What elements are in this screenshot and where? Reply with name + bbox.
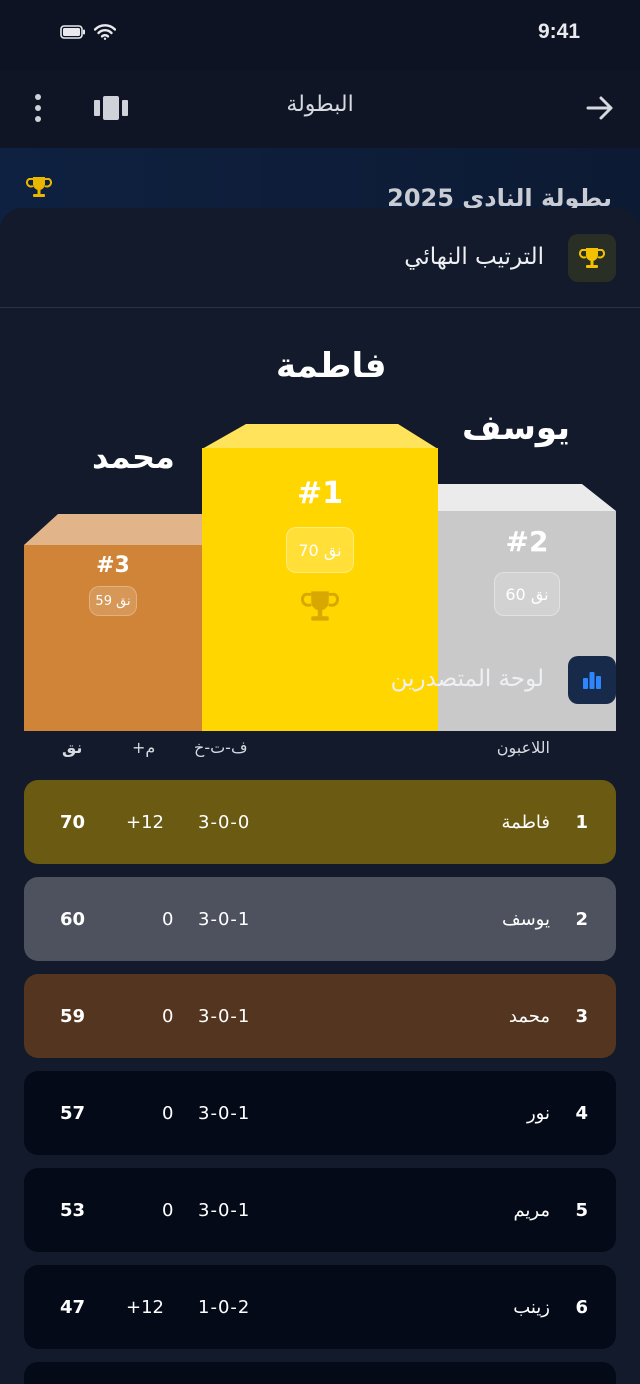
final-standings-title: الترتيب النهائي [404,244,544,270]
row-player: يوسف [501,909,550,930]
row-rank: 3 [575,1006,588,1027]
row-player: محمد [508,1006,550,1027]
row-player: مريم [513,1200,550,1221]
back-button[interactable] [584,92,616,124]
podium-third-points: 59 نق [89,586,137,616]
row-record: 3-0-1 [198,1103,251,1124]
podium-third-top [24,514,202,545]
status-time: 9:41 [537,20,580,43]
row-rank: 2 [575,909,588,930]
status-bar: 9:41 [0,0,640,70]
table-row[interactable]: 3 محمد 3-0-1 0 59 [24,974,616,1058]
row-points: 59 [60,1006,86,1027]
column-points: نق [62,738,83,757]
podium-second-top [438,484,616,511]
row-points: 57 [60,1103,86,1124]
status-icons [60,24,116,40]
leaderboard-columns: اللاعبون ف-ت-خ +م نق [0,738,640,762]
app-bar: البطولة [0,70,640,148]
wifi-icon [94,24,116,40]
table-row[interactable]: 4 نور 3-0-1 0 57 [24,1071,616,1155]
podium-first-rank: #1 [296,476,343,511]
trophy-icon [301,591,339,621]
row-rank: 6 [575,1297,588,1318]
podium-first-points: 70 نق [286,527,354,573]
row-diff: +12 [126,1297,164,1318]
row-record: 3-0-0 [198,812,251,833]
podium-second-name: يوسف [462,408,571,448]
podium-third-name: محمد [92,438,175,476]
row-record: 3-0-1 [198,909,251,930]
bar-chart-icon [583,672,601,689]
row-diff: +12 [126,812,164,833]
row-rank: 5 [575,1200,588,1221]
table-row[interactable]: 1 فاطمة 3-0-0 +12 70 [24,780,616,864]
leaderboard-badge [568,656,616,704]
final-trophy-badge [568,234,616,282]
row-points: 53 [60,1200,86,1221]
trophy-icon [579,248,605,268]
row-record: 3-0-1 [198,1006,251,1027]
leaderboard-title: لوحة المتصدرين [390,666,544,692]
final-standings-header: الترتيب النهائي [0,208,640,308]
podium-first-name: فاطمة [276,346,387,386]
table-row[interactable]: 6 زينب 1-0-2 +12 47 [24,1265,616,1349]
leaderboard-header: لوحة المتصدرين [0,640,640,710]
trophy-icon [26,177,52,197]
column-record: ف-ت-خ [194,738,248,757]
row-player: نور [526,1103,550,1124]
table-row[interactable]: 2 يوسف 3-0-1 0 60 [24,877,616,961]
row-points: 70 [60,812,86,833]
podium-second-points: 60 نق [494,572,560,616]
podium-second-rank: #2 [505,525,549,558]
row-player: فاطمة [501,812,550,833]
row-diff: 0 [162,1103,174,1124]
table-row-partial[interactable] [24,1362,616,1384]
row-player: زينب [513,1297,550,1318]
table-row[interactable]: 5 مريم 3-0-1 0 53 [24,1168,616,1252]
podium-third-rank: #3 [96,553,130,578]
row-diff: 0 [162,1006,174,1027]
page-title: البطولة [286,92,354,117]
row-record: 1-0-2 [198,1297,251,1318]
row-diff: 0 [162,909,174,930]
battery-icon [60,25,85,39]
row-points: 47 [60,1297,86,1318]
column-diff: +م [132,738,156,757]
column-players: اللاعبون [496,738,550,757]
podium: فاطمة يوسف محمد #3 59 نق #1 70 نق #2 60 … [0,308,640,731]
row-diff: 0 [162,1200,174,1221]
row-rank: 4 [575,1103,588,1124]
row-rank: 1 [575,812,588,833]
arrow-right-icon [586,96,613,120]
podium-first-top [202,424,438,449]
row-points: 60 [60,909,86,930]
row-record: 3-0-1 [198,1200,251,1221]
